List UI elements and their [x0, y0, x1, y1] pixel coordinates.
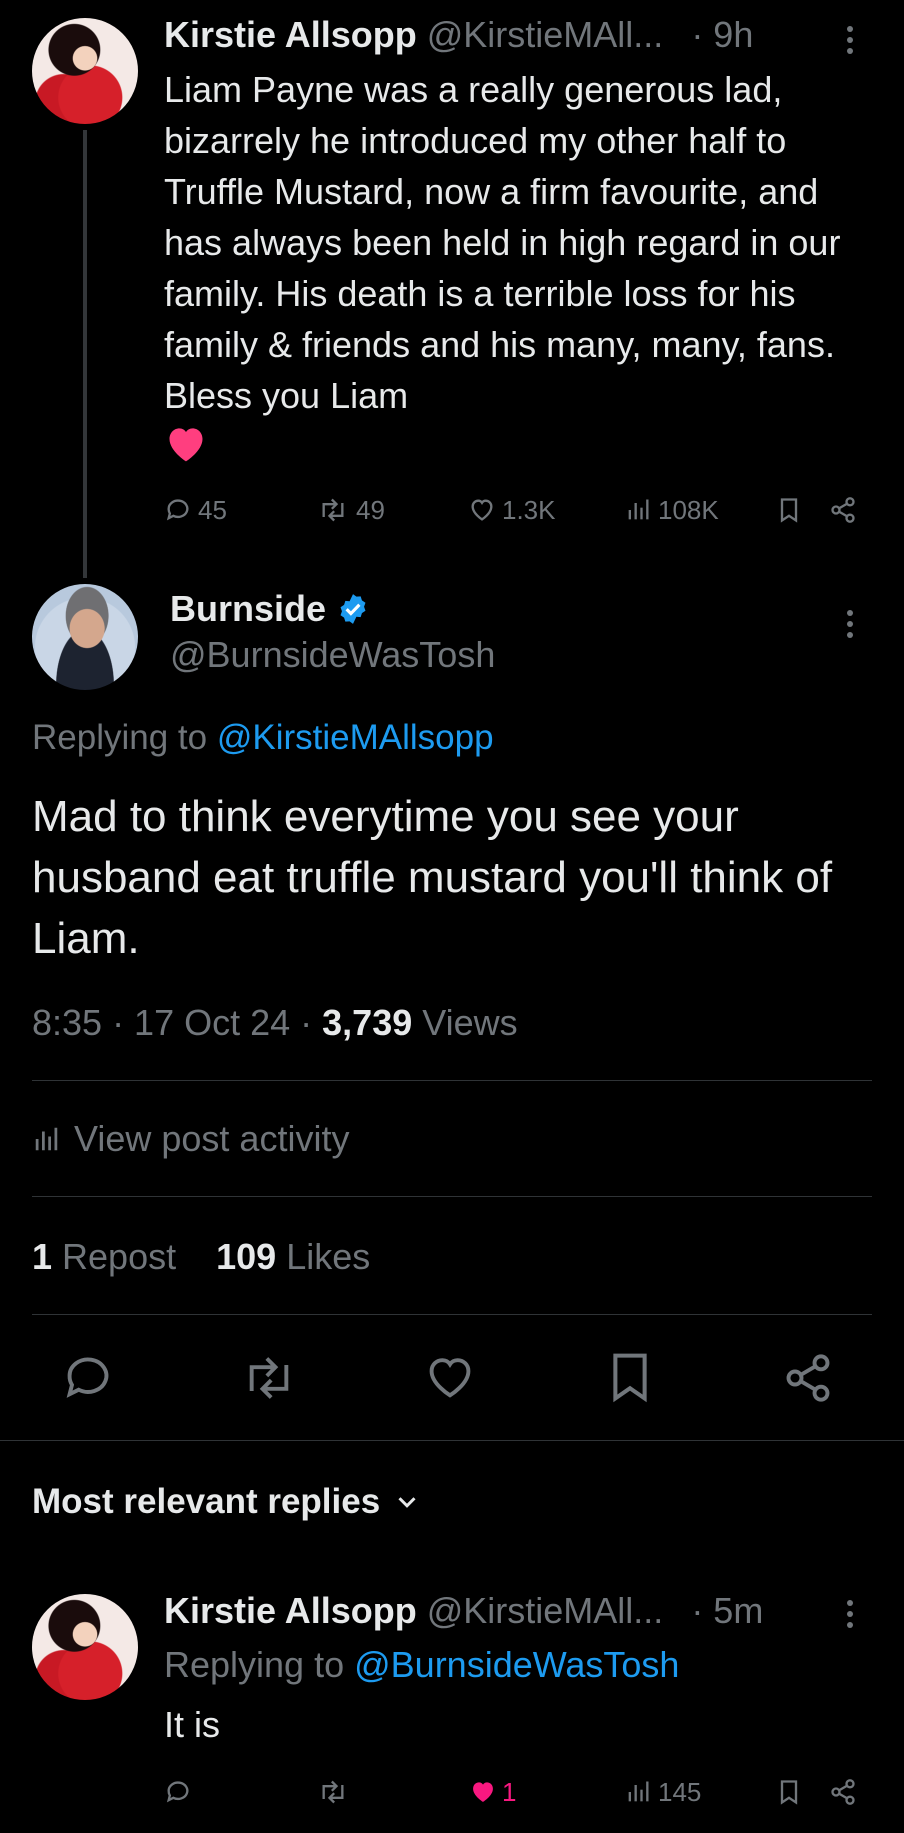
avatar[interactable] — [32, 1594, 138, 1700]
views-count: 108K — [658, 494, 719, 525]
share-icon — [831, 497, 855, 523]
repost-icon — [322, 498, 344, 522]
share-icon[interactable] — [782, 1352, 834, 1404]
heart-icon[interactable] — [422, 1352, 478, 1404]
tweet-meta: 8:35 · 17 Oct 24 · 3,739 Views — [32, 1002, 518, 1044]
share-icon — [831, 1779, 855, 1805]
divider — [32, 1080, 872, 1081]
bookmark-button[interactable] — [776, 496, 802, 524]
parent-tweet-actions: 45 49 1.3K 108K — [164, 494, 864, 526]
author-handle[interactable]: @KirstieMAll... — [427, 1590, 664, 1631]
analytics-icon — [35, 1127, 58, 1151]
replying-label: Replying to — [164, 1644, 355, 1685]
bookmark-icon — [780, 498, 798, 523]
reply-button[interactable]: 45 — [164, 495, 227, 526]
engagement-stats: 1 Repost 109 Likes — [32, 1236, 370, 1278]
repost-button[interactable] — [316, 1778, 350, 1806]
more-options-icon[interactable] — [846, 610, 854, 643]
reply-icon[interactable] — [60, 1352, 116, 1404]
replying-handle-link[interactable]: @BurnsideWasTosh — [354, 1644, 679, 1685]
more-options-icon[interactable] — [846, 1600, 854, 1633]
avatar[interactable] — [32, 584, 138, 690]
author-name[interactable]: Kirstie Allsopp — [164, 14, 417, 55]
reply-icon — [166, 499, 189, 521]
analytics-icon — [628, 1781, 649, 1802]
tweet-text: Liam Payne was a really generous lad, bi… — [164, 69, 851, 416]
repost-icon — [322, 1780, 344, 1804]
reply-count: 45 — [198, 494, 227, 525]
replies-sort-dropdown[interactable]: Most relevant replies — [32, 1482, 422, 1522]
divider — [0, 1440, 904, 1441]
likes-label: Likes — [276, 1236, 371, 1277]
tweet-time[interactable]: · 5m — [691, 1590, 763, 1631]
divider — [32, 1314, 872, 1315]
reposts-label: Repost — [52, 1236, 177, 1277]
replying-handle-link[interactable]: @KirstieMAllsopp — [217, 718, 494, 757]
reply-header: Kirstie Allsopp @KirstieMAll... · 5m — [164, 1590, 763, 1632]
views-button[interactable]: 145 — [624, 1777, 701, 1808]
parent-tweet-header: Kirstie Allsopp @KirstieMAll... · 9h — [164, 14, 753, 56]
like-count: 1 — [502, 1776, 517, 1807]
reposts-link[interactable]: 1 Repost — [32, 1236, 176, 1277]
bookmark-button[interactable] — [776, 1778, 802, 1806]
activity-label: View post activity — [74, 1118, 350, 1159]
reply-actions: 1 145 — [164, 1776, 864, 1808]
tweet-time[interactable]: · 9h — [691, 14, 753, 55]
reposts-count: 1 — [32, 1236, 53, 1277]
avatar[interactable] — [32, 18, 138, 124]
heart-emoji — [164, 422, 208, 477]
analytics-icon — [628, 499, 649, 520]
repost-count: 49 — [356, 494, 385, 525]
views-button[interactable]: 108K — [624, 495, 719, 526]
like-button[interactable]: 1 — [468, 1777, 516, 1808]
more-options-icon[interactable] — [846, 26, 854, 59]
like-button[interactable]: 1.3K — [468, 495, 556, 526]
verified-badge-icon — [340, 594, 366, 624]
author-handle[interactable]: @KirstieMAll... — [427, 14, 664, 55]
sort-label: Most relevant replies — [32, 1482, 381, 1521]
share-button[interactable] — [828, 1778, 858, 1806]
views-label: Views — [412, 1002, 518, 1043]
share-button[interactable] — [828, 496, 858, 524]
heart-icon — [471, 499, 493, 521]
repost-button[interactable]: 49 — [316, 495, 385, 526]
like-count: 1.3K — [502, 494, 556, 525]
author-handle[interactable]: @BurnsideWasTosh — [170, 634, 495, 676]
chevron-down-icon — [398, 1497, 416, 1508]
author-name[interactable]: Kirstie Allsopp — [164, 1590, 417, 1631]
tweet-text: Mad to think everytime you see your husb… — [32, 792, 845, 963]
views-count: 3,739 — [322, 1002, 413, 1043]
likes-count: 109 — [216, 1236, 277, 1277]
likes-link[interactable]: 109 Likes — [216, 1236, 370, 1277]
view-post-activity-link[interactable]: View post activity — [32, 1118, 349, 1160]
replying-to: Replying to @BurnsideWasTosh — [164, 1644, 679, 1686]
replying-label: Replying to — [32, 718, 217, 757]
replying-to: Replying to @KirstieMAllsopp — [32, 718, 494, 758]
tweet-text: It is — [164, 1704, 221, 1745]
bookmark-icon — [780, 1780, 798, 1805]
repost-icon[interactable] — [238, 1352, 300, 1404]
reply-button[interactable] — [164, 1778, 192, 1806]
views-count: 145 — [658, 1776, 702, 1807]
reply-icon — [166, 1781, 189, 1803]
author-name-row: Burnside — [170, 588, 370, 630]
heart-filled-icon — [473, 1782, 493, 1802]
thread-connector — [83, 130, 87, 578]
divider — [32, 1196, 872, 1197]
bookmark-icon[interactable] — [606, 1350, 654, 1404]
tweet-timestamp[interactable]: 8:35 · 17 Oct 24 · — [32, 1002, 322, 1043]
author-name[interactable]: Burnside — [170, 588, 326, 630]
parent-tweet-text: Liam Payne was a really generous lad, bi… — [164, 64, 884, 477]
